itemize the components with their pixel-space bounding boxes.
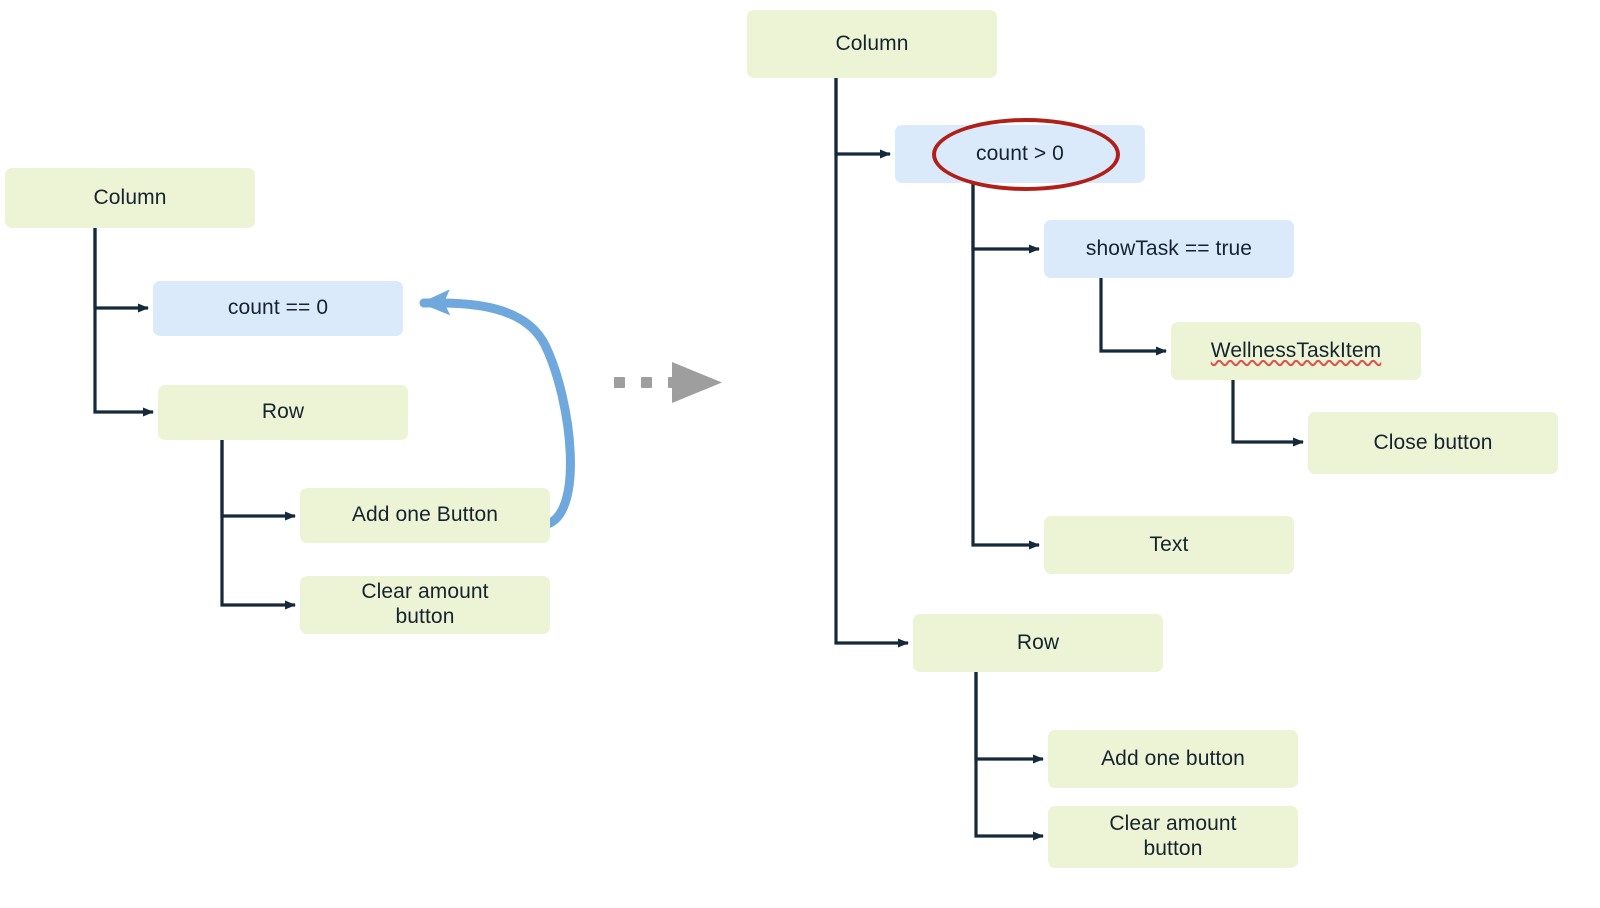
node-label: Add one Button xyxy=(351,503,499,527)
node-label: Close button xyxy=(1373,430,1493,454)
edge-right-count-to-text xyxy=(971,183,1040,550)
node-right-text[interactable]: Text xyxy=(1044,516,1294,574)
node-label: Column xyxy=(93,185,167,209)
edge-right-count-to-showtask xyxy=(971,183,1040,254)
edge-right-row-to-addone xyxy=(974,672,1044,764)
node-right-wellness-task-item[interactable]: WellnessTaskItem xyxy=(1171,322,1421,380)
node-label: Column xyxy=(835,31,909,55)
node-left-clear-amount-button[interactable]: Clear amount button xyxy=(300,576,550,634)
node-left-row[interactable]: Row xyxy=(158,385,408,440)
edge-left-column-to-row xyxy=(93,228,154,417)
edge-right-wellness-to-close xyxy=(1231,380,1304,447)
node-right-column[interactable]: Column xyxy=(747,10,997,78)
edge-left-column-to-count xyxy=(93,228,149,313)
node-left-column[interactable]: Column xyxy=(5,168,255,228)
node-label: Clear amount button xyxy=(1109,812,1237,860)
node-label: count == 0 xyxy=(227,296,329,320)
node-right-row[interactable]: Row xyxy=(913,614,1163,672)
node-label: Clear amount button xyxy=(361,580,489,628)
node-label: Row xyxy=(261,400,305,424)
node-left-count-equals-zero[interactable]: count == 0 xyxy=(153,281,403,336)
node-right-add-one-button[interactable]: Add one button xyxy=(1048,730,1298,788)
edge-left-row-to-clear xyxy=(220,440,296,610)
node-label: WellnessTaskItem xyxy=(1210,338,1382,362)
edge-right-showtask-to-wellness xyxy=(1099,278,1167,356)
node-label: showTask == true xyxy=(1085,236,1253,260)
node-label: Add one button xyxy=(1101,746,1245,770)
node-right-showtask-true[interactable]: showTask == true xyxy=(1044,220,1294,278)
node-right-close-button[interactable]: Close button xyxy=(1308,412,1558,474)
highlight-ellipse-icon xyxy=(932,118,1120,191)
node-label: Text xyxy=(1149,532,1189,556)
transition-arrow xyxy=(614,362,722,403)
node-label: Row xyxy=(1016,630,1060,654)
edge-right-row-to-clear xyxy=(974,672,1044,841)
edge-left-row-to-addone xyxy=(220,440,296,521)
node-right-clear-amount-button[interactable]: Clear amount button xyxy=(1048,806,1298,868)
edge-right-column-to-count xyxy=(834,78,891,159)
diagram-canvas: Column count == 0 Row Add one Button Cle… xyxy=(0,0,1600,908)
node-left-add-one-button[interactable]: Add one Button xyxy=(300,488,550,543)
